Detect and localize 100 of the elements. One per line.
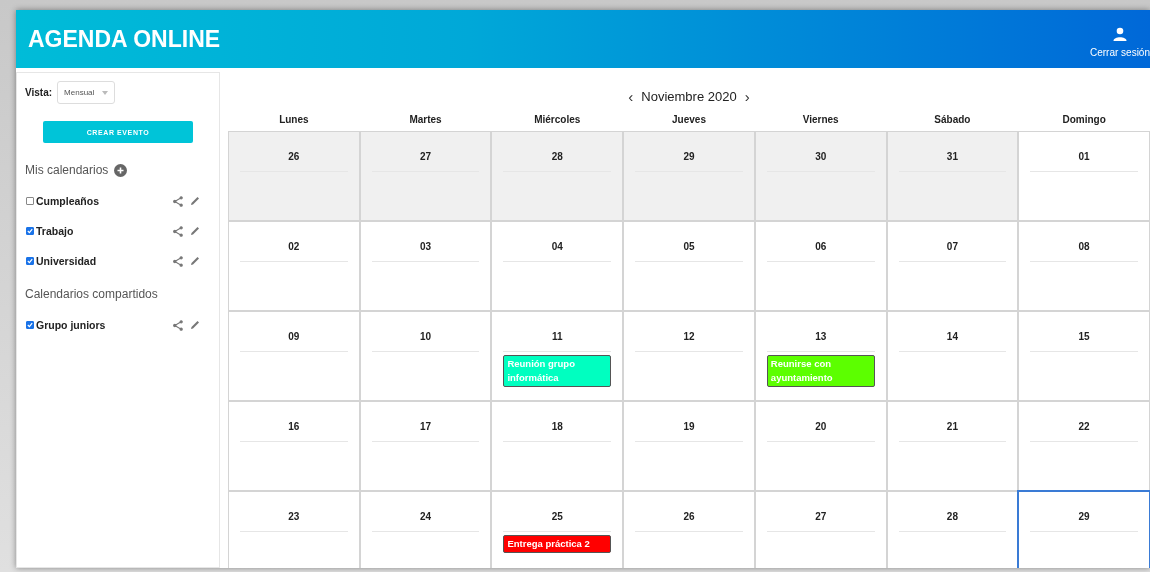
add-icon[interactable]	[114, 163, 128, 177]
previous-month-button[interactable]: ‹	[628, 87, 634, 105]
section-title: Mis calendarios	[25, 163, 109, 177]
day-number: 13	[815, 331, 827, 342]
day-cell[interactable]: 06	[754, 221, 887, 311]
day-number: 18	[551, 421, 563, 432]
calendar-name: Cumpleaños	[36, 195, 100, 207]
weekday-header: Viernes	[802, 113, 839, 125]
pencil-icon[interactable]	[190, 256, 200, 266]
day-cell[interactable]: 12	[623, 311, 755, 401]
day-number: 29	[683, 151, 695, 162]
day-number: 28	[551, 151, 563, 162]
day-cell[interactable]: 29	[623, 131, 755, 221]
day-number: 30	[815, 151, 827, 162]
day-cell[interactable]: 11 Reunión grupo informática	[491, 311, 624, 401]
day-cell[interactable]: 01	[1018, 131, 1150, 221]
calendar-name: Universidad	[36, 255, 98, 267]
day-number: 27	[420, 151, 432, 162]
calendar-checkbox[interactable]	[26, 197, 34, 205]
day-cell[interactable]: 05	[623, 221, 755, 311]
day-cell[interactable]: 16	[228, 401, 360, 491]
day-number: 20	[815, 421, 827, 432]
day-number: 21	[946, 421, 958, 432]
day-cell[interactable]: 23	[228, 491, 360, 568]
next-month-button[interactable]: ›	[744, 87, 750, 105]
share-icon[interactable]	[172, 225, 183, 237]
day-number: 27	[815, 511, 827, 522]
day-number: 26	[683, 511, 695, 522]
day-cell[interactable]: 03	[359, 221, 492, 311]
day-number: 19	[683, 421, 695, 432]
weekday-header: Domingo	[1062, 113, 1106, 125]
calendar-checkbox[interactable]	[26, 321, 34, 329]
day-number: 16	[288, 421, 300, 432]
day-cell[interactable]: 25 Entrega práctica 2	[491, 491, 624, 568]
day-number: 08	[1078, 241, 1090, 252]
day-number: 05	[683, 241, 695, 252]
day-number: 29	[1078, 511, 1090, 522]
share-icon[interactable]	[172, 255, 183, 267]
user-icon	[1113, 26, 1127, 41]
day-number: 25	[551, 511, 563, 522]
day-cell[interactable]: 22	[1018, 401, 1150, 491]
pencil-icon[interactable]	[190, 196, 200, 206]
day-number: 03	[420, 241, 432, 252]
day-cell[interactable]: 10	[359, 311, 492, 401]
day-cell[interactable]: 15	[1018, 311, 1150, 401]
pencil-icon[interactable]	[190, 226, 200, 236]
day-number: 01	[1078, 151, 1090, 162]
weekday-header: Jueves	[672, 113, 706, 125]
day-cell[interactable]: 28	[491, 131, 624, 221]
day-cell[interactable]: 07	[886, 221, 1019, 311]
day-cell[interactable]: 26	[228, 131, 360, 221]
day-cell[interactable]: 31	[886, 131, 1019, 221]
month-title: Noviembre 2020	[641, 88, 737, 104]
day-cell[interactable]: 24	[359, 491, 492, 568]
calendar-name: Trabajo	[36, 225, 75, 237]
calendar-checkbox[interactable]	[26, 227, 34, 235]
share-icon[interactable]	[172, 319, 183, 331]
weekday-header: Sábado	[934, 113, 971, 125]
day-cell[interactable]: 17	[359, 401, 492, 491]
day-number: 15	[1078, 331, 1090, 342]
day-cell[interactable]: 27	[359, 131, 492, 221]
event-chip[interactable]: Entrega práctica 2	[503, 535, 612, 553]
day-number: 17	[420, 421, 432, 432]
day-number: 09	[288, 331, 300, 342]
day-cell[interactable]: 18	[491, 401, 624, 491]
day-cell[interactable]: 19	[623, 401, 755, 491]
pencil-icon[interactable]	[190, 320, 200, 330]
day-cell[interactable]: 27	[754, 491, 887, 568]
day-cell[interactable]: 04	[491, 221, 624, 311]
day-cell[interactable]: 28	[886, 491, 1019, 568]
view-select[interactable]: Mensual	[57, 81, 116, 104]
day-cell[interactable]: 02	[228, 221, 360, 311]
day-cell[interactable]: 20	[754, 401, 887, 491]
view-label: Vista:	[25, 87, 53, 98]
day-number: 11	[552, 331, 563, 342]
app-title: AGENDA ONLINE	[28, 25, 221, 53]
day-cell[interactable]: 08	[1018, 221, 1150, 311]
day-number: 26	[288, 151, 300, 162]
day-cell[interactable]: 30	[754, 131, 887, 221]
day-cell[interactable]: 29	[1017, 490, 1150, 568]
day-cell[interactable]: 26	[623, 491, 755, 568]
share-icon[interactable]	[172, 195, 183, 207]
day-cell[interactable]: 21	[886, 401, 1019, 491]
day-number: 14	[946, 331, 958, 342]
day-cell[interactable]: 13 Reunirse con ayuntamiento	[754, 311, 887, 401]
calendar-name: Grupo juniors	[36, 319, 107, 331]
day-number: 02	[288, 241, 300, 252]
day-cell[interactable]: 09	[228, 311, 360, 401]
day-cell[interactable]: 14	[886, 311, 1019, 401]
day-number: 23	[288, 511, 300, 522]
weekday-header: Lunes	[279, 113, 309, 125]
logout-button[interactable]: Cerrar sesión	[1089, 26, 1150, 58]
day-number: 28	[946, 511, 958, 522]
weekday-header: Miércoles	[534, 113, 581, 125]
day-number: 04	[551, 241, 563, 252]
section-title: Calendarios compartidos	[25, 287, 158, 301]
calendar-checkbox[interactable]	[26, 257, 34, 265]
day-number: 06	[815, 241, 827, 252]
day-number: 22	[1078, 421, 1090, 432]
day-number: 07	[946, 241, 958, 252]
